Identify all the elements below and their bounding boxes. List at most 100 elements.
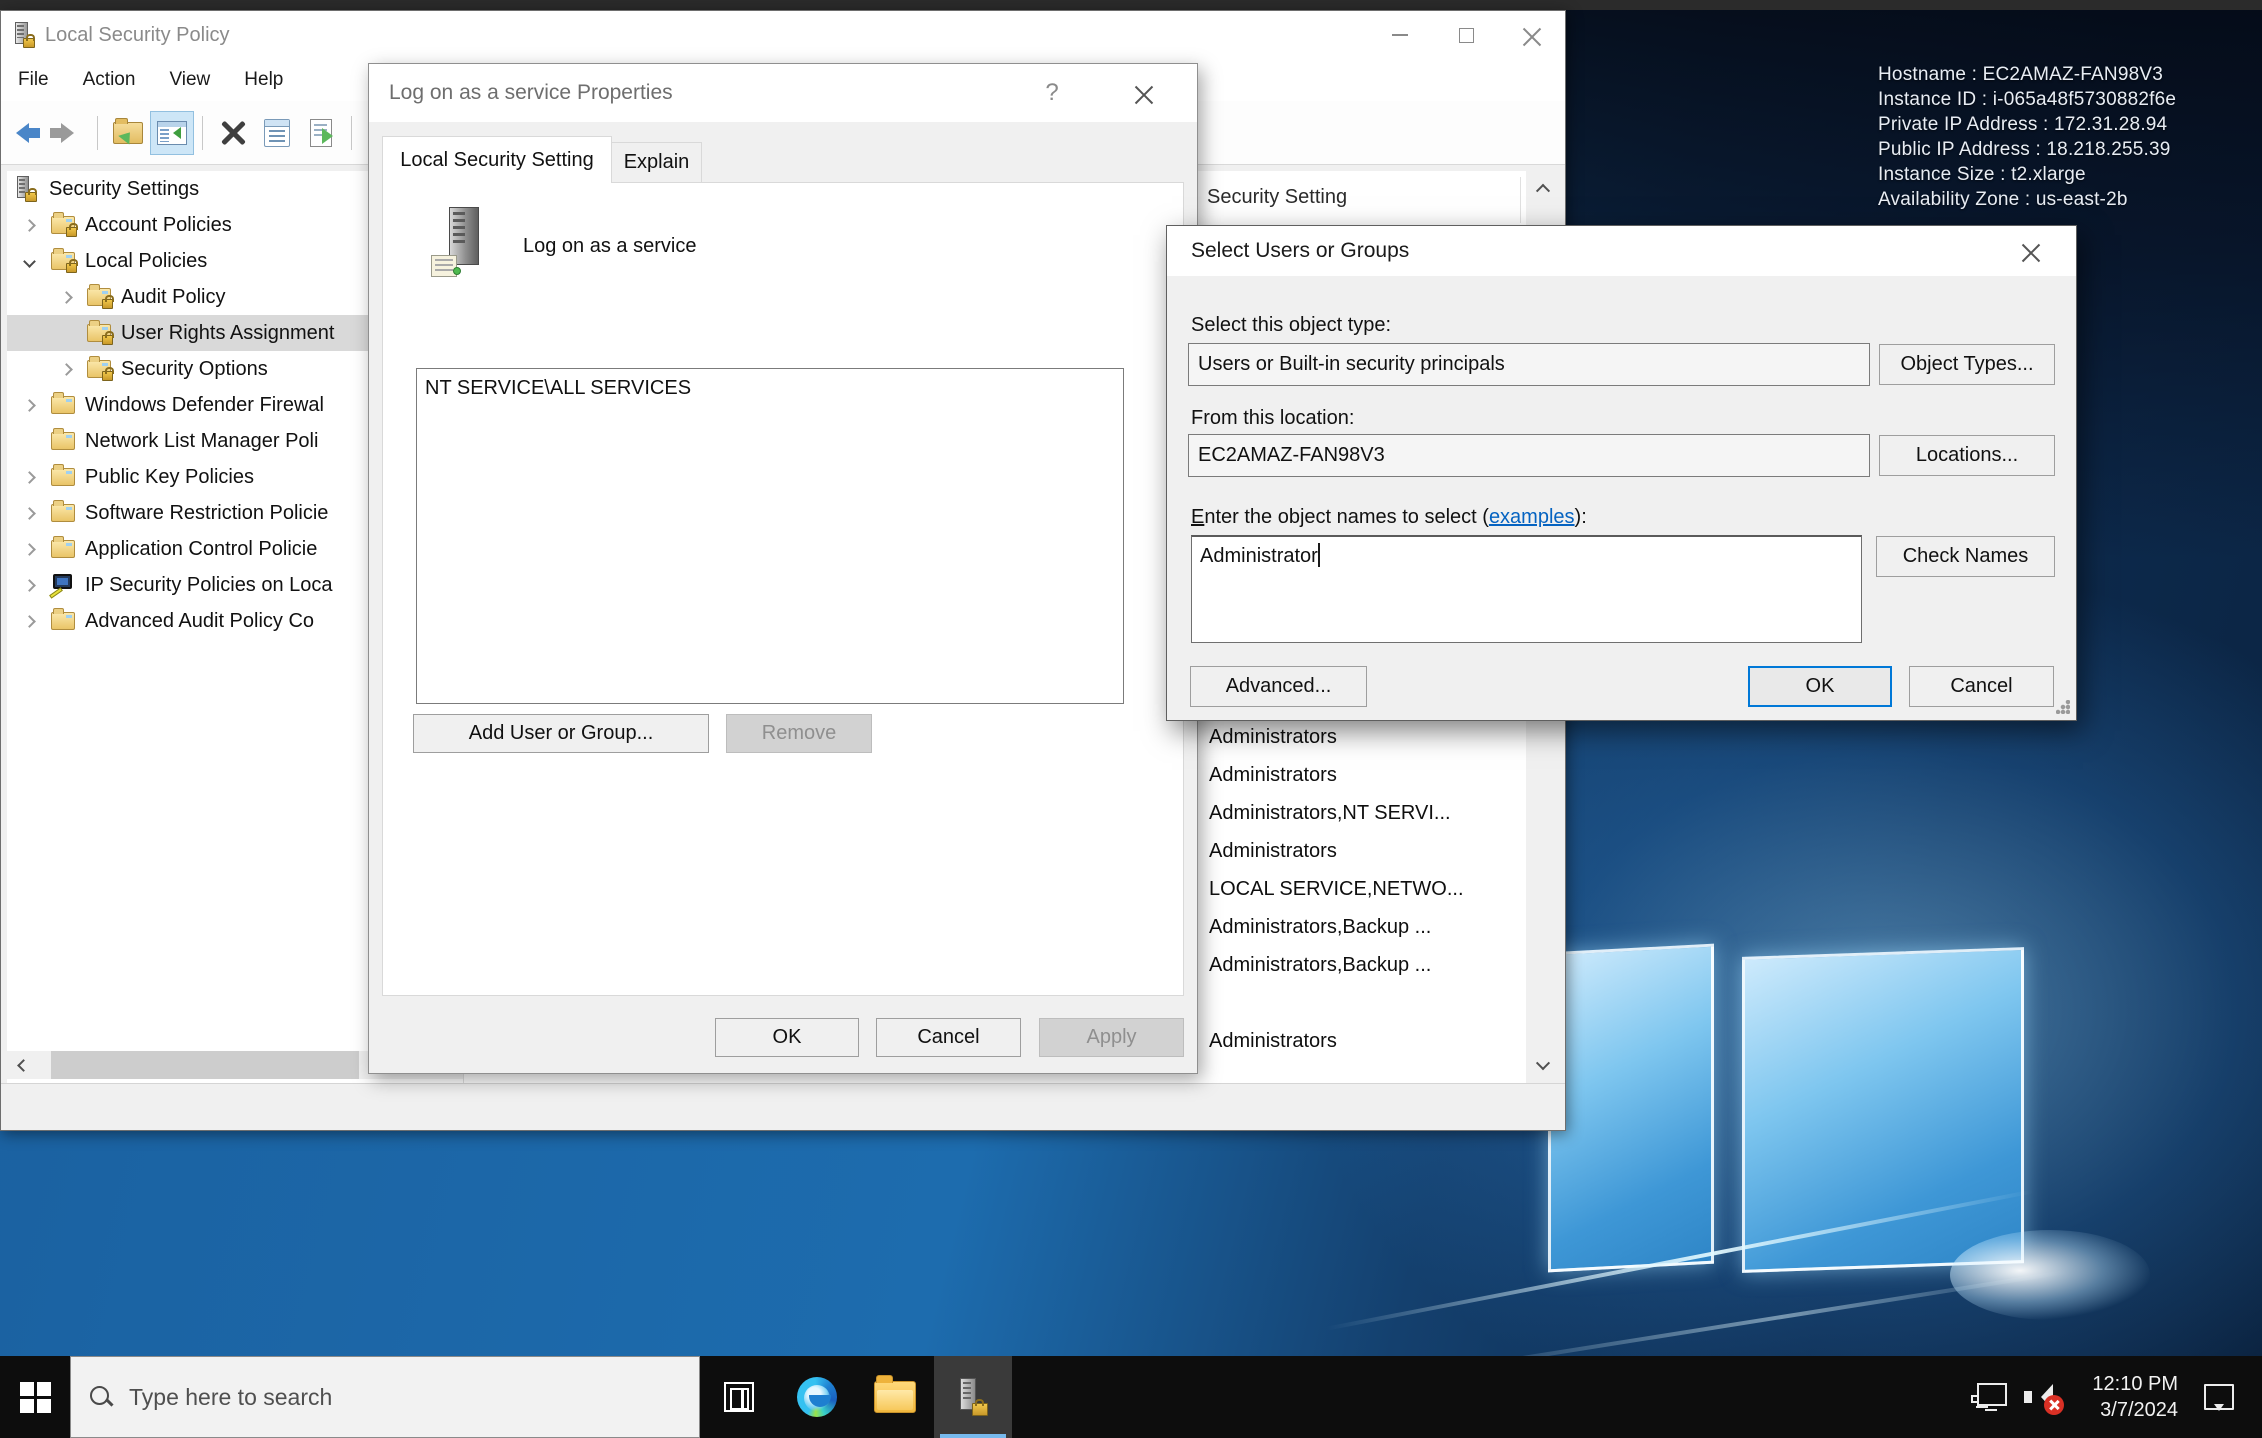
- taskbar-search-box[interactable]: Type here to search: [70, 1356, 700, 1438]
- info-private-ip: Private IP Address : 172.31.28.94: [1878, 112, 2176, 137]
- scroll-up-arrow[interactable]: [1526, 171, 1560, 205]
- local-security-policy-taskbar-button[interactable]: [934, 1356, 1012, 1438]
- ok-button[interactable]: OK: [715, 1018, 859, 1057]
- object-names-value: Administrator: [1200, 545, 1318, 567]
- close-button[interactable]: [1499, 11, 1565, 59]
- folder-icon: [51, 396, 75, 414]
- chevron-down-icon[interactable]: [23, 255, 36, 268]
- maximize-button[interactable]: [1433, 11, 1499, 59]
- chevron-right-icon[interactable]: [60, 291, 73, 304]
- tab-page: Log on as a service NT SERVICE\ALL SERVI…: [382, 182, 1184, 996]
- taskbar-clock[interactable]: 12:10 PM 3/7/2024: [2092, 1371, 2178, 1423]
- tab-explain[interactable]: Explain: [612, 142, 702, 183]
- chevron-right-icon[interactable]: [23, 219, 36, 232]
- label-text: nter the object names to select (: [1204, 506, 1489, 528]
- export-list-button[interactable]: [299, 111, 343, 155]
- object-types-button[interactable]: Object Types...: [1879, 344, 2055, 385]
- minimize-button[interactable]: [1367, 11, 1433, 59]
- clock-time: 12:10 PM: [2092, 1371, 2178, 1397]
- properties-icon: [264, 119, 290, 147]
- show-hide-console-tree-button[interactable]: [150, 111, 194, 155]
- info-instance-id: Instance ID : i-065a48f5730882f6e: [1878, 87, 2176, 112]
- folder-lock-icon: [87, 324, 111, 342]
- windows-logo-right-pane: [1742, 947, 2024, 1273]
- log-on-as-a-service-properties-dialog: Log on as a service Properties ? Local S…: [368, 63, 1198, 1074]
- file-explorer-icon: [874, 1381, 916, 1413]
- ok-button[interactable]: OK: [1748, 666, 1892, 707]
- security-settings-icon: [17, 176, 37, 202]
- task-view-button[interactable]: [700, 1356, 778, 1438]
- help-button[interactable]: ?: [1027, 64, 1077, 122]
- tree-item-label: Account Policies: [85, 214, 232, 237]
- text-caret: [1318, 543, 1320, 567]
- menu-file[interactable]: File: [1, 59, 66, 101]
- back-button[interactable]: [1, 111, 45, 155]
- folder-lock-icon: [51, 216, 75, 234]
- title-bar[interactable]: Local Security Policy: [1, 11, 1565, 59]
- dialog-title: Log on as a service Properties: [389, 81, 673, 105]
- menu-action[interactable]: Action: [66, 59, 153, 101]
- scrollbar-thumb[interactable]: [51, 1051, 359, 1079]
- forward-button[interactable]: [45, 111, 89, 155]
- chevron-right-icon[interactable]: [23, 615, 36, 628]
- action-center-button[interactable]: [2204, 1356, 2262, 1438]
- object-names-label: Enter the object names to select (exampl…: [1191, 506, 1587, 529]
- tree-item-label: Network List Manager Poli: [85, 430, 318, 453]
- locations-button[interactable]: Locations...: [1879, 435, 2055, 476]
- local-security-policy-icon: [958, 1378, 988, 1416]
- chevron-right-icon[interactable]: [60, 363, 73, 376]
- back-icon: [6, 123, 40, 143]
- start-button[interactable]: [0, 1356, 70, 1438]
- folder-icon: [51, 540, 75, 558]
- chevron-right-icon[interactable]: [23, 543, 36, 556]
- menu-view[interactable]: View: [152, 59, 227, 101]
- check-names-button[interactable]: Check Names: [1876, 536, 2055, 577]
- windows-logo-left-pane: [1548, 944, 1714, 1273]
- chevron-right-icon[interactable]: [23, 579, 36, 592]
- folder-lock-icon: [87, 360, 111, 378]
- network-tray-button[interactable]: [1962, 1356, 2014, 1438]
- network-icon: [1971, 1383, 2005, 1411]
- advanced-button[interactable]: Advanced...: [1190, 666, 1367, 707]
- list-item[interactable]: NT SERVICE\ALL SERVICES: [425, 374, 1115, 402]
- minimize-icon: [1392, 34, 1408, 36]
- edge-taskbar-button[interactable]: [778, 1356, 856, 1438]
- chevron-left-icon: [17, 1059, 30, 1072]
- scroll-down-arrow[interactable]: [1526, 1049, 1560, 1083]
- tab-strip: Local Security Setting Explain: [382, 136, 702, 183]
- file-explorer-taskbar-button[interactable]: [856, 1356, 934, 1438]
- close-button[interactable]: [2004, 226, 2058, 276]
- tree-item-label: IP Security Policies on Loca: [85, 574, 333, 597]
- toolbar-separator: [202, 116, 203, 150]
- cancel-button[interactable]: Cancel: [876, 1018, 1021, 1057]
- examples-link[interactable]: examples: [1489, 506, 1575, 528]
- column-header-label[interactable]: Security Setting: [1207, 186, 1347, 209]
- remove-button: Remove: [726, 714, 872, 753]
- chevron-right-icon[interactable]: [23, 507, 36, 520]
- close-button[interactable]: [1119, 64, 1169, 122]
- members-listbox[interactable]: NT SERVICE\ALL SERVICES: [416, 368, 1124, 704]
- windows-logo-icon: [20, 1382, 51, 1413]
- object-names-input[interactable]: Administrator: [1191, 535, 1862, 643]
- up-one-level-button[interactable]: [106, 111, 150, 155]
- tab-local-security-setting[interactable]: Local Security Setting: [382, 136, 612, 183]
- chevron-right-icon[interactable]: [23, 399, 36, 412]
- resize-grip[interactable]: [2056, 700, 2070, 714]
- volume-tray-button[interactable]: [2014, 1356, 2070, 1438]
- folder-icon: [51, 432, 75, 450]
- delete-button[interactable]: [211, 111, 255, 155]
- folder-lock-icon: [87, 288, 111, 306]
- add-user-or-group-button[interactable]: Add User or Group...: [413, 714, 709, 753]
- scroll-left-arrow[interactable]: [7, 1051, 35, 1079]
- tree-item-label: Advanced Audit Policy Co: [85, 610, 314, 633]
- tree-item-label: User Rights Assignment: [121, 322, 334, 345]
- info-availability-zone: Availability Zone : us-east-2b: [1878, 187, 2176, 212]
- action-center-icon: [2204, 1384, 2234, 1410]
- dialog-title-bar[interactable]: Select Users or Groups: [1167, 226, 2076, 276]
- menu-help[interactable]: Help: [227, 59, 300, 101]
- cancel-button[interactable]: Cancel: [1909, 666, 2054, 707]
- app-icon: [13, 22, 35, 48]
- toolbar-separator: [351, 116, 352, 150]
- properties-button[interactable]: [255, 111, 299, 155]
- chevron-right-icon[interactable]: [23, 471, 36, 484]
